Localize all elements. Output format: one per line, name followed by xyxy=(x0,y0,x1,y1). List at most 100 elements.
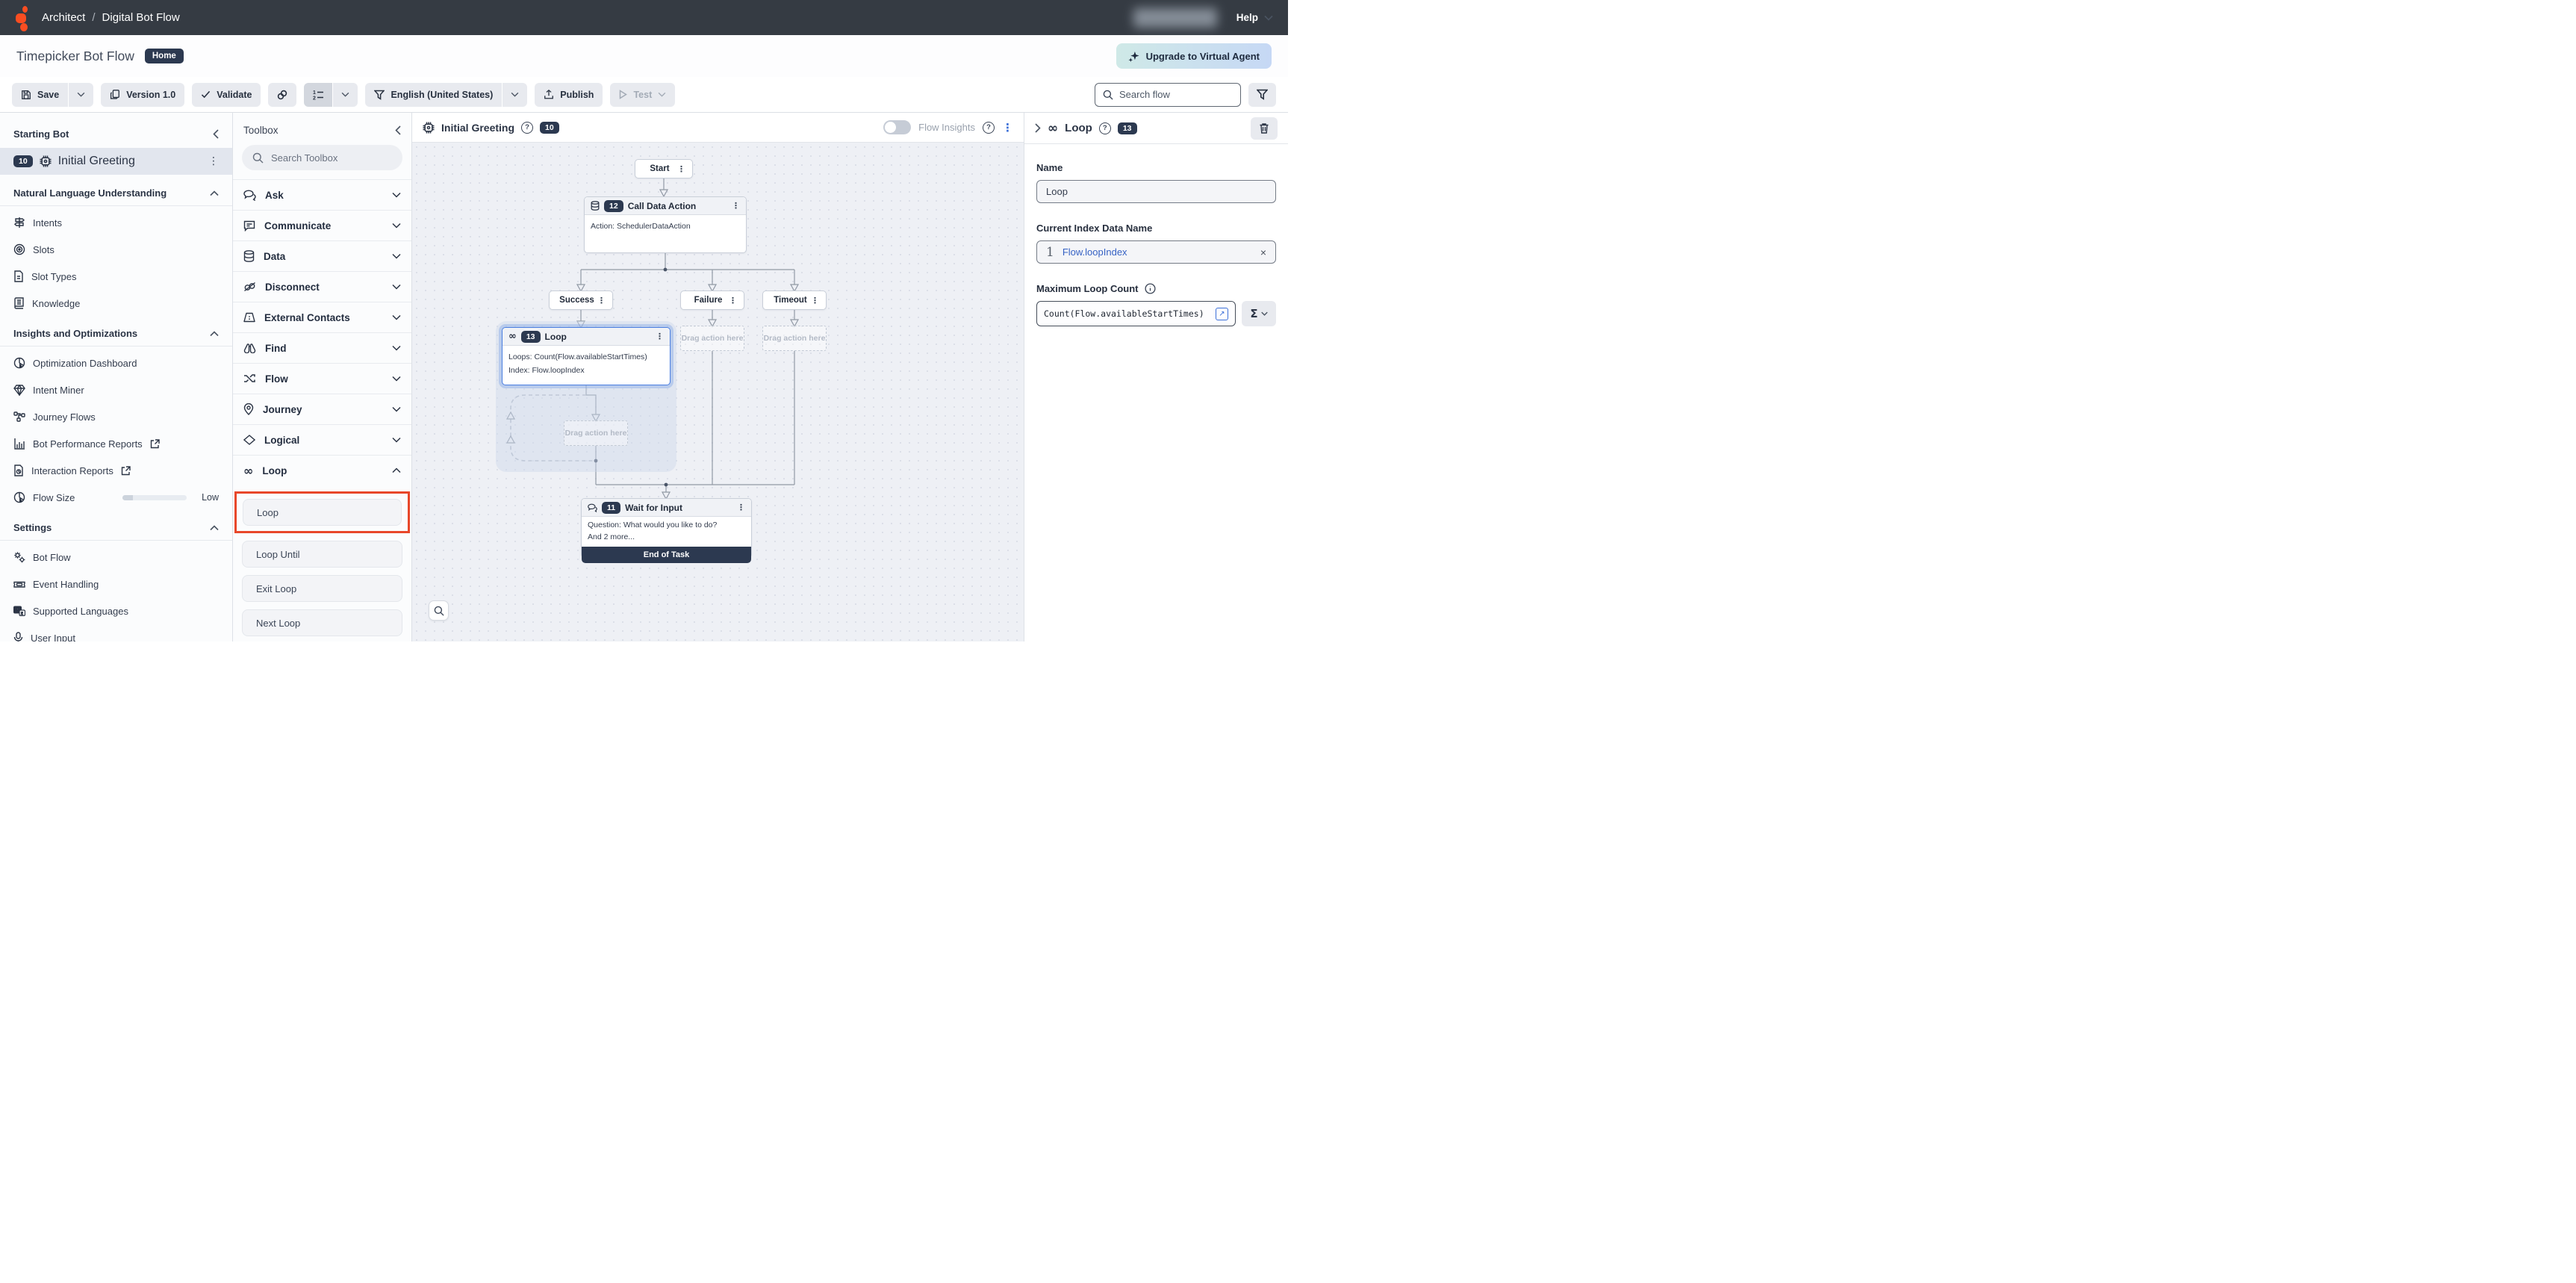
sidebar-item-journey-flows[interactable]: Journey Flows xyxy=(0,403,232,430)
kebab-menu-icon[interactable]: ⋮ xyxy=(597,296,606,305)
node-branch-failure[interactable]: Failure ⋮ xyxy=(680,291,744,310)
toolbox-item-loop[interactable]: Loop xyxy=(243,499,402,526)
collapse-left-icon[interactable] xyxy=(395,125,401,135)
toolbox-item-loop-until[interactable]: Loop Until xyxy=(242,541,402,568)
flow-search-input[interactable] xyxy=(1119,89,1233,100)
infinity-icon: ∞ xyxy=(1048,121,1058,136)
sidebar-item-slots[interactable]: Slots xyxy=(0,236,232,263)
upgrade-to-virtual-agent-button[interactable]: Upgrade to Virtual Agent xyxy=(1116,43,1272,69)
kebab-menu-icon[interactable]: ⋮ xyxy=(656,332,664,341)
settings-section-header[interactable]: Settings xyxy=(0,517,232,538)
help-circle-icon[interactable]: ? xyxy=(983,122,995,134)
help-menu[interactable]: Help xyxy=(1236,12,1273,23)
info-circle-icon[interactable] xyxy=(1145,283,1156,294)
kebab-menu-icon[interactable]: ⋮ xyxy=(811,296,819,305)
kebab-menu-icon[interactable]: ⋮ xyxy=(737,503,745,512)
kebab-menu-icon[interactable]: ⋮ xyxy=(729,296,737,305)
toolbox-category-ask[interactable]: Ask xyxy=(233,179,411,210)
node-branch-success[interactable]: Success ⋮ xyxy=(549,291,613,310)
sidebar-item-knowledge[interactable]: Knowledge xyxy=(0,290,232,317)
flow-canvas[interactable]: Initial Greeting ? 10 Flow Insights ? ⋮ xyxy=(412,113,1024,642)
chevron-down-icon xyxy=(392,223,401,229)
max-loop-expression-input[interactable]: Count(Flow.availableStartTimes) ↗ xyxy=(1036,301,1236,326)
sidebar-item-supported-languages[interactable]: Az Supported Languages xyxy=(0,597,232,624)
wait-for-input-title: Wait for Input xyxy=(625,503,682,513)
version-button[interactable]: Version 1.0 xyxy=(101,83,184,107)
numbered-list-button[interactable]: 12 xyxy=(304,83,332,107)
publish-button[interactable]: Publish xyxy=(535,83,603,107)
sidebar-item-intent-miner[interactable]: Intent Miner xyxy=(0,376,232,403)
sidebar-item-intents[interactable]: Intents xyxy=(0,209,232,236)
sidebar-item-event-handling[interactable]: Event Handling xyxy=(0,571,232,597)
book-icon xyxy=(13,297,25,309)
shuffle-icon xyxy=(243,373,256,384)
drop-target-timeout[interactable]: Drag action here xyxy=(762,326,827,351)
expression-mode-button[interactable]: Σ xyxy=(1242,301,1276,326)
sidebar-item-optimization-dashboard[interactable]: Optimization Dashboard xyxy=(0,350,232,376)
nlu-section-header[interactable]: Natural Language Understanding xyxy=(0,182,232,204)
trash-icon xyxy=(1259,122,1269,134)
node-call-data-action[interactable]: 12 Call Data Action ⋮ Action: SchedulerD… xyxy=(584,196,747,253)
test-label: Test xyxy=(633,90,652,100)
name-input[interactable] xyxy=(1036,180,1276,203)
language-options-button[interactable] xyxy=(502,83,527,107)
current-index-input[interactable]: 1 Flow.loopIndex × xyxy=(1036,240,1276,264)
kebab-menu-icon[interactable]: ⋮ xyxy=(677,165,685,173)
expand-right-icon[interactable] xyxy=(1035,123,1041,133)
toolbox-category-communicate[interactable]: Communicate xyxy=(233,210,411,240)
sidebar-item-user-input[interactable]: User Input xyxy=(0,624,232,642)
intent-miner-label: Intent Miner xyxy=(33,385,84,396)
canvas-kebab-menu-icon[interactable]: ⋮ xyxy=(1002,121,1013,134)
sidebar-item-initial-greeting[interactable]: 10 Initial Greeting ⋮ xyxy=(0,148,232,175)
toolbox-item-next-loop[interactable]: Next Loop xyxy=(242,609,402,636)
sidebar-item-slot-types[interactable]: Slot Types xyxy=(0,263,232,290)
language-button[interactable]: English (United States) xyxy=(365,83,502,107)
toolbox-category-flow[interactable]: Flow xyxy=(233,363,411,394)
sequence-options-button[interactable] xyxy=(332,83,358,107)
sparkle-icon xyxy=(1128,51,1139,62)
drop-target-loop-body[interactable]: Drag action here xyxy=(564,420,628,446)
clear-icon[interactable]: × xyxy=(1260,246,1266,258)
max-loop-field-label: Maximum Loop Count xyxy=(1036,283,1276,294)
flow-insights-toggle[interactable] xyxy=(883,120,911,134)
toolbox-category-find[interactable]: Find xyxy=(233,332,411,363)
test-button[interactable]: Test xyxy=(610,83,675,107)
toolbox-item-exit-loop[interactable]: Exit Loop xyxy=(242,575,402,602)
toolbox-category-loop[interactable]: ∞ Loop xyxy=(233,455,411,485)
kebab-menu-icon[interactable]: ⋮ xyxy=(732,202,740,210)
sidebar-item-bot-performance-reports[interactable]: Bot Performance Reports xyxy=(0,430,232,457)
help-circle-icon[interactable]: ? xyxy=(521,122,533,134)
delete-node-button[interactable] xyxy=(1251,117,1278,140)
collapse-left-icon[interactable] xyxy=(213,129,219,139)
node-start[interactable]: Start ⋮ xyxy=(635,159,693,178)
sigma-icon: Σ xyxy=(1250,307,1257,320)
initial-greeting-label: Initial Greeting xyxy=(58,155,135,168)
node-loop[interactable]: ∞ 13 Loop ⋮ Loops: Count(Flow.availableS… xyxy=(502,327,671,385)
toolbox-category-journey[interactable]: Journey xyxy=(233,394,411,424)
toolbox-category-disconnect[interactable]: Disconnect xyxy=(233,271,411,302)
node-wait-for-input[interactable]: 11 Wait for Input ⋮ Question: What would… xyxy=(581,498,752,558)
index-variable-link[interactable]: Flow.loopIndex xyxy=(1063,246,1127,258)
save-button[interactable]: Save xyxy=(12,83,68,107)
node-branch-timeout[interactable]: Timeout ⋮ xyxy=(762,291,827,310)
toolbox-search-input[interactable] xyxy=(271,152,392,164)
left-sidebar: Starting Bot 10 Initial Greeting ⋮ Natur… xyxy=(0,113,233,642)
help-circle-icon[interactable]: ? xyxy=(1099,122,1111,134)
save-options-button[interactable] xyxy=(68,83,93,107)
sidebar-item-bot-flow[interactable]: Bot Flow xyxy=(0,544,232,571)
canvas-grid[interactable]: Start ⋮ 12 Call Data Action ⋮ Action: Sc… xyxy=(412,143,1024,642)
insights-section-header[interactable]: Insights and Optimizations xyxy=(0,323,232,344)
toolbox-category-external-contacts[interactable]: External Contacts xyxy=(233,302,411,332)
kebab-menu-icon[interactable]: ⋮ xyxy=(208,156,219,167)
validate-button[interactable]: Validate xyxy=(192,83,261,107)
open-expression-editor-icon[interactable]: ↗ xyxy=(1216,308,1228,320)
canvas-search-button[interactable] xyxy=(429,600,449,621)
drop-target-failure[interactable]: Drag action here xyxy=(680,326,744,351)
toolbox-category-logical[interactable]: Logical xyxy=(233,424,411,455)
user-name-redacted[interactable] xyxy=(1133,8,1217,28)
flow-filter-button[interactable] xyxy=(1248,83,1276,107)
toolbox-category-data[interactable]: Data xyxy=(233,240,411,271)
breadcrumb-app[interactable]: Architect xyxy=(42,11,85,24)
sidebar-item-interaction-reports[interactable]: Interaction Reports xyxy=(0,457,232,484)
copy-link-button[interactable] xyxy=(268,83,296,107)
